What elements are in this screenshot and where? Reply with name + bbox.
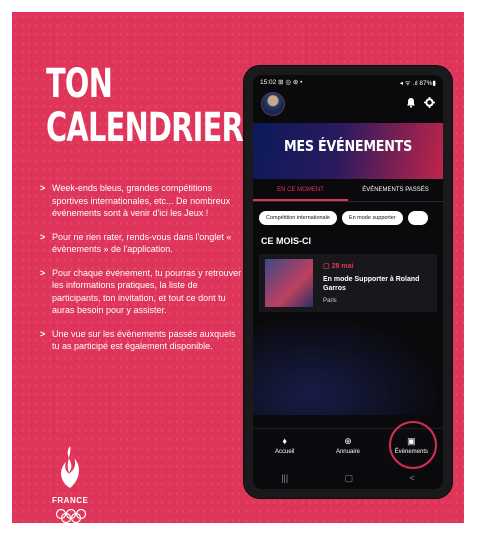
system-nav: ||| ▢ < [253, 467, 443, 489]
nav-accueil[interactable]: ♦ Accueil [253, 429, 316, 467]
poster-title: TON CALENDRIER [46, 61, 244, 151]
highlight-circle [389, 421, 437, 469]
bullet-item: > Pour chaque événement, tu pourras y ret… [40, 267, 242, 316]
olympic-rings-icon [55, 508, 87, 523]
event-thumbnail [265, 259, 313, 307]
event-card[interactable]: ▢ 28 mai En mode Supporter à Roland Garr… [259, 254, 437, 312]
bullet-item: > Pour ne rien rater, rends-vous dans l'o… [40, 231, 232, 255]
tab-en-ce-moment[interactable]: EN CE MOMENT [253, 179, 348, 201]
status-right: ◂ ᯤ .ıl 87%▮ [399, 79, 436, 87]
event-date: ▢ 28 mai [323, 263, 354, 270]
bell-icon[interactable] [406, 97, 416, 108]
event-location: Paris [323, 298, 337, 304]
poster: TON CALENDRIER > Week-ends bleus, grandes… [12, 12, 464, 523]
france-olympic-logo: FRANCE [52, 444, 92, 523]
chip-competition-internationale[interactable]: Compétition internationale [259, 211, 337, 225]
bullet-item: > Week-ends bleus, grandes compétitions s… [40, 183, 231, 218]
page-hero: MES ÉVÉNEMENTS [253, 123, 443, 179]
page-title: MES ÉVÉNEMENTS [283, 137, 413, 155]
flame-logo-icon [61, 446, 79, 488]
tab-evenements-passes[interactable]: ÉVÉNEMENTS PASSÉS [348, 179, 443, 201]
back-button[interactable]: < [410, 473, 415, 483]
logo-text: FRANCE [52, 496, 89, 505]
status-indicators: ⊞ ◎ ⊛ • [278, 79, 303, 86]
avatar[interactable] [261, 92, 285, 116]
gear-icon[interactable] [424, 97, 435, 108]
status-time: 15:02 [260, 79, 277, 86]
section-title: CE MOIS-CI [261, 236, 312, 246]
home-button[interactable]: ▢ [345, 473, 354, 484]
background-glow [253, 315, 443, 415]
directory-icon: ⊕ [344, 436, 352, 446]
chip-en-mode-supporter[interactable]: En mode supporter [341, 211, 403, 225]
recent-apps-button[interactable]: ||| [281, 473, 288, 483]
nav-annuaire[interactable]: ⊕ Annuaire [316, 429, 379, 467]
calendar-small-icon: ▢ [323, 263, 330, 270]
chip-more[interactable] [407, 211, 428, 225]
status-bar: 15:02 ⊞ ◎ ⊛ • ◂ ᯤ .ıl 87%▮ [253, 75, 443, 89]
app-header [253, 89, 443, 123]
poster-bullets: > Week-ends bleus, grandes compétitions s… [40, 182, 245, 364]
event-title: En mode Supporter à Roland Garros [323, 276, 420, 292]
flame-icon: ♦ [282, 436, 287, 446]
bullet-item: > Une vue sur les évènements passés auxqu… [40, 328, 236, 352]
filter-chips: Compétition internationale En mode suppo… [253, 202, 443, 234]
phone-mockup: 15:02 ⊞ ◎ ⊛ • ◂ ᯤ .ıl 87%▮ MES ÉVÉNEMENT… [244, 66, 452, 498]
tab-bar: EN CE MOMENT ÉVÉNEMENTS PASSÉS [253, 179, 443, 202]
app-screen: 15:02 ⊞ ◎ ⊛ • ◂ ᯤ .ıl 87%▮ MES ÉVÉNEMENT… [253, 75, 443, 489]
